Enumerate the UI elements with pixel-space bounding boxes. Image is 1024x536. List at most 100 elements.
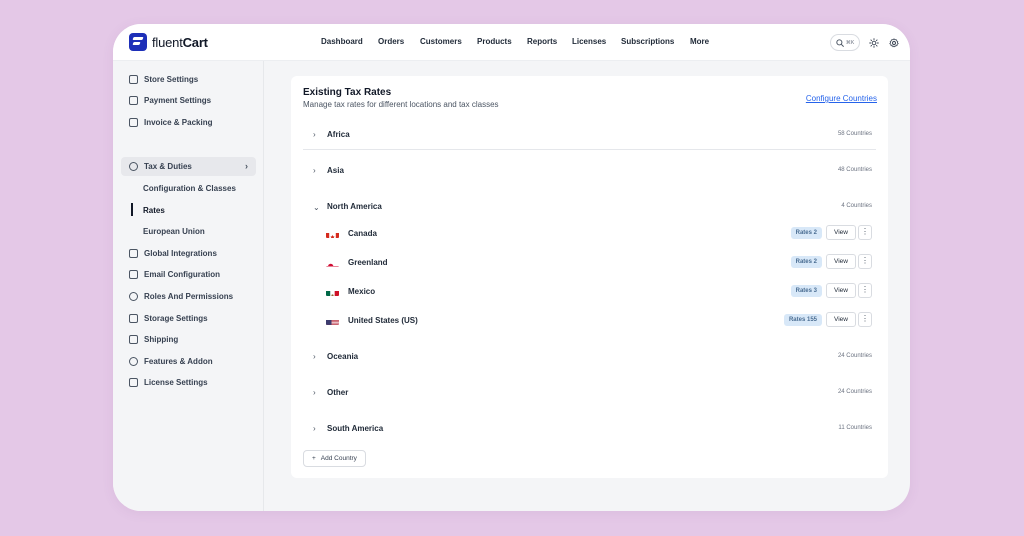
sidebar-item-label: Global Integrations [144, 249, 217, 258]
region-name: South America [327, 424, 384, 433]
sidebar-item-label: Email Configuration [144, 270, 220, 279]
region-name: Asia [327, 166, 344, 175]
add-country-button[interactable]: + Add Country [303, 450, 366, 467]
nav-licenses[interactable]: Licenses [572, 37, 606, 46]
sidebar-item-features-addon[interactable]: Features & Addon [121, 352, 256, 371]
sun-icon [869, 37, 879, 48]
rates-badge: Rates 2 [790, 227, 822, 239]
divider [303, 149, 876, 150]
nav-products[interactable]: Products [477, 37, 512, 46]
chevron-right-icon: › [313, 388, 316, 397]
sidebar-item-label: Tax & Duties [144, 162, 192, 171]
nav-customers[interactable]: Customers [420, 37, 462, 46]
puzzle-icon [129, 357, 138, 366]
store-icon [129, 75, 138, 84]
chevron-right-icon: › [245, 161, 248, 171]
sidebar-item-license-settings[interactable]: License Settings [121, 373, 256, 392]
mexico-flag-icon [326, 287, 339, 296]
chevron-right-icon: › [313, 166, 316, 175]
main-nav: Dashboard Orders Customers Products Repo… [113, 24, 910, 61]
region-name: Other [327, 388, 349, 397]
view-button[interactable]: View [826, 254, 856, 269]
nav-subscriptions[interactable]: Subscriptions [621, 37, 674, 46]
sidebar-item-email-configuration[interactable]: Email Configuration [121, 265, 256, 284]
sidebar-item-shipping[interactable]: Shipping [121, 330, 256, 349]
search-shortcut: ⌘K [845, 39, 855, 46]
sidebar-item-payment-settings[interactable]: Payment Settings [121, 91, 256, 110]
page-subtitle: Manage tax rates for different locations… [303, 100, 499, 109]
sidebar-item-label: License Settings [144, 378, 208, 387]
sidebar-item-label: Roles And Permissions [144, 292, 234, 301]
page-title: Existing Tax Rates [303, 87, 392, 98]
sidebar-item-invoice-packing[interactable]: Invoice & Packing [121, 113, 256, 132]
view-button[interactable]: View [826, 283, 856, 298]
sidebar-item-global-integrations[interactable]: Global Integrations [121, 244, 256, 263]
sidebar-item-label: Payment Settings [144, 96, 212, 105]
chevron-right-icon: › [313, 424, 316, 433]
chevron-down-icon: ⌄ [313, 203, 320, 212]
region-name: Oceania [327, 352, 359, 361]
settings-button[interactable] [888, 37, 900, 49]
greenland-flag-icon [326, 258, 339, 267]
top-tools: ⌘K [830, 34, 900, 51]
view-button[interactable]: View [826, 225, 856, 240]
region-count: 24 Countries [837, 389, 872, 395]
nav-orders[interactable]: Orders [378, 37, 404, 46]
top-bar: fluentCart Dashboard Orders Customers Pr… [113, 24, 910, 61]
country-name: United States (US) [348, 316, 418, 325]
country-name: Mexico [348, 287, 376, 296]
region-row-south-america[interactable]: › South America 11 Countries [303, 418, 876, 442]
sidebar-subitem-rates[interactable]: Rates [143, 206, 165, 215]
tax-icon [129, 162, 138, 171]
sidebar-item-tax-duties[interactable]: Tax & Duties › [121, 157, 256, 176]
integrations-icon [129, 249, 138, 258]
sidebar-item-label: Store Settings [144, 75, 199, 84]
sidebar-item-label: Shipping [144, 335, 179, 344]
country-row-canada: Canada Rates 2 View ⋮ [303, 223, 876, 245]
shield-icon [129, 292, 138, 301]
chevron-right-icon: › [313, 130, 316, 139]
sidebar-item-roles-permissions[interactable]: Roles And Permissions [121, 287, 256, 306]
region-row-asia[interactable]: › Asia 48 Countries [303, 160, 876, 184]
add-country-label: Add Country [320, 455, 357, 462]
more-options-icon[interactable]: ⋮ [858, 312, 872, 327]
sidebar-item-storage-settings[interactable]: Storage Settings [121, 309, 256, 328]
more-options-icon[interactable]: ⋮ [858, 254, 872, 269]
sidebar-item-label: Storage Settings [144, 314, 208, 323]
plus-icon: + [312, 455, 316, 462]
sidebar-subitem-european-union[interactable]: European Union [143, 227, 205, 236]
rates-badge: Rates 2 [790, 256, 822, 268]
region-row-other[interactable]: › Other 24 Countries [303, 382, 876, 406]
region-row-north-america[interactable]: ⌄ North America 4 Countries [303, 196, 876, 220]
country-row-united-states: United States (US) Rates 155 View ⋮ [303, 310, 876, 332]
storage-icon [129, 314, 138, 323]
region-row-oceania[interactable]: › Oceania 24 Countries [303, 346, 876, 370]
canada-flag-icon [326, 229, 339, 238]
sidebar-subitem-configuration-classes[interactable]: Configuration & Classes [143, 184, 236, 193]
region-count: 48 Countries [837, 167, 872, 173]
rates-badge: Rates 3 [790, 285, 822, 297]
configure-countries-link[interactable]: Configure Countries [806, 94, 877, 103]
nav-dashboard[interactable]: Dashboard [321, 37, 363, 46]
sidebar-item-label: Features & Addon [144, 357, 213, 366]
license-icon [129, 378, 138, 387]
search-button[interactable]: ⌘K [830, 34, 860, 51]
view-button[interactable]: View [826, 312, 856, 327]
more-options-icon[interactable]: ⋮ [858, 283, 872, 298]
sidebar-item-label: Invoice & Packing [144, 118, 213, 127]
sidebar-item-store-settings[interactable]: Store Settings [121, 70, 256, 89]
theme-toggle-button[interactable] [868, 37, 880, 49]
country-row-greenland: Greenland Rates 2 View ⋮ [303, 252, 876, 274]
region-count: 24 Countries [837, 353, 872, 359]
settings-sidebar: Store Settings Payment Settings Invoice … [113, 61, 264, 511]
tax-rates-card: Existing Tax Rates Manage tax rates for … [291, 76, 888, 478]
search-icon [836, 38, 844, 47]
region-name: North America [327, 202, 382, 211]
region-row-africa[interactable]: › Africa 58 Countries [303, 124, 876, 148]
rates-badge: Rates 155 [783, 314, 822, 326]
usa-flag-icon [326, 316, 339, 325]
nav-more[interactable]: More [690, 37, 709, 46]
nav-reports[interactable]: Reports [527, 37, 557, 46]
more-options-icon[interactable]: ⋮ [858, 225, 872, 240]
country-name: Greenland [348, 258, 388, 267]
